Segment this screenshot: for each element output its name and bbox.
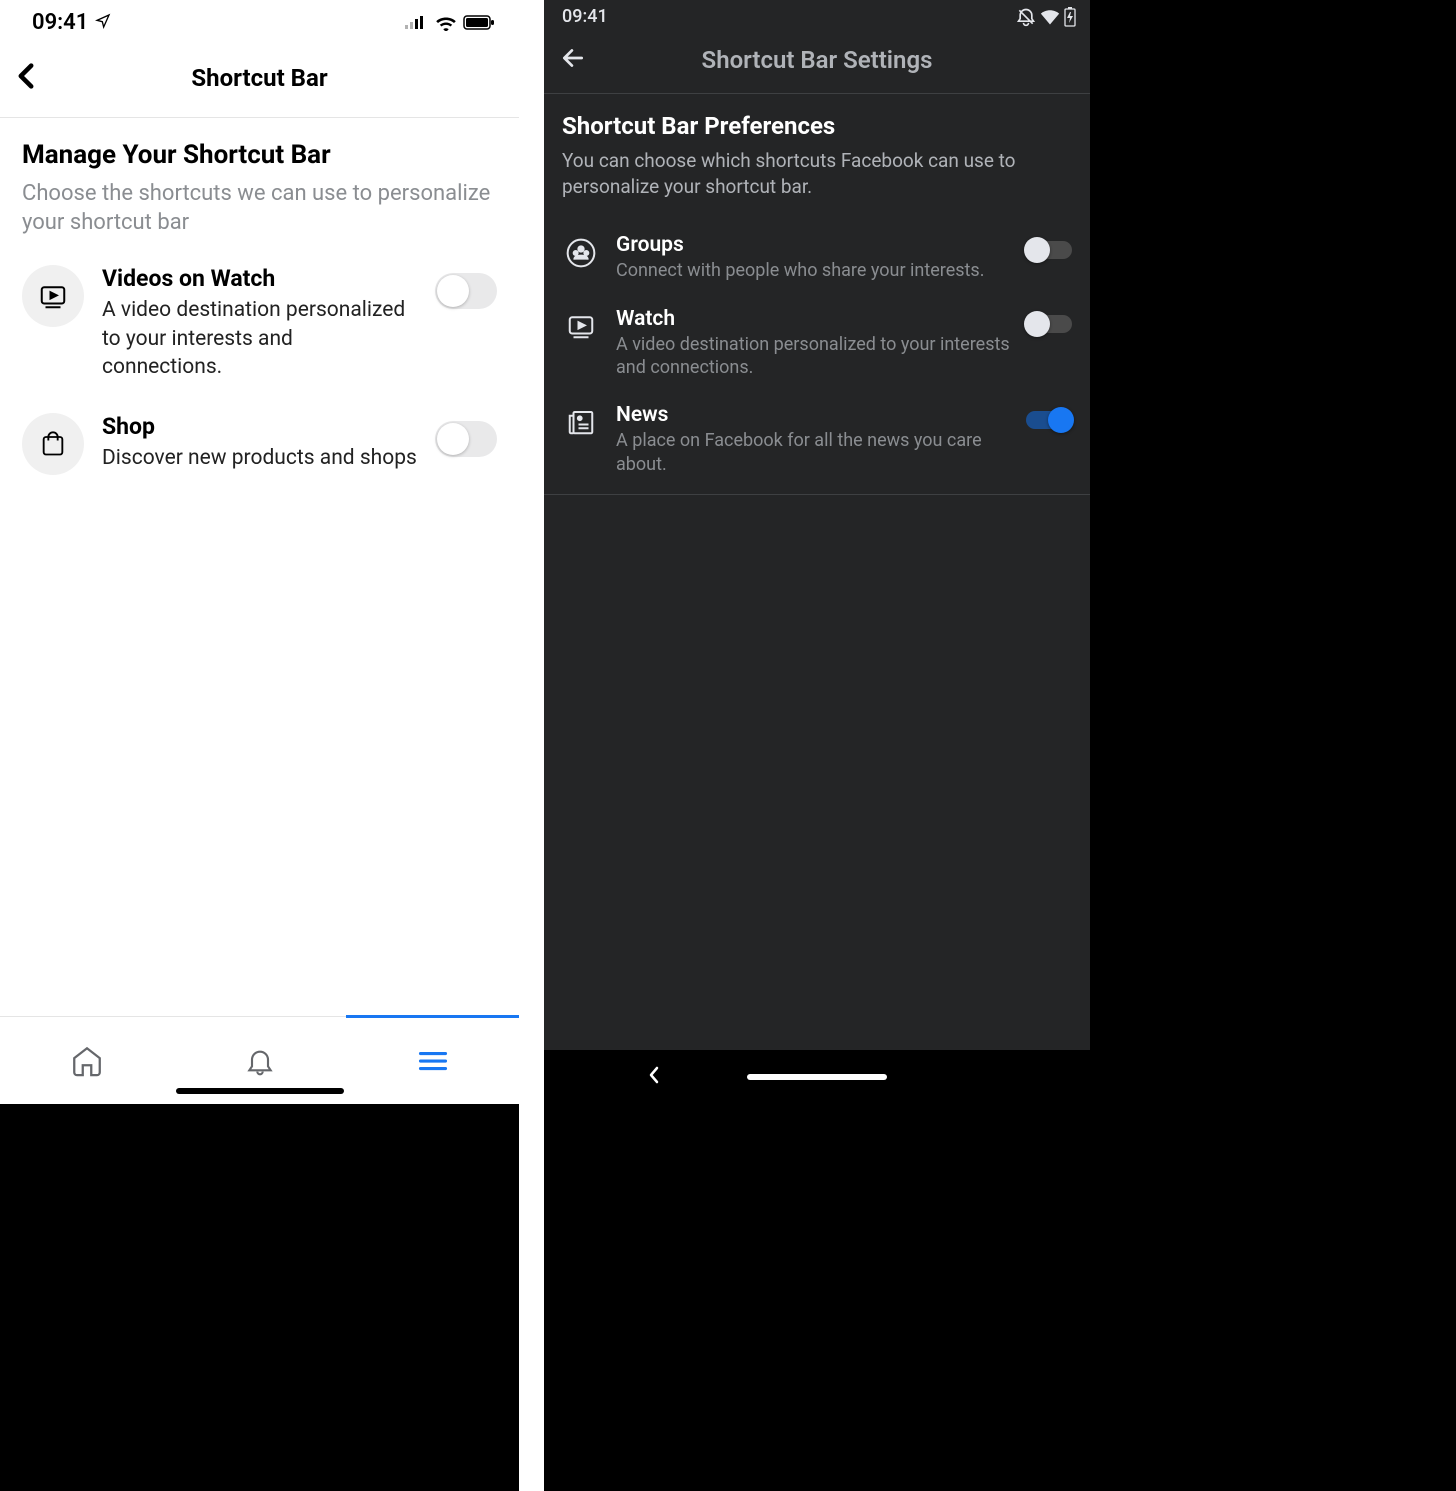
list-body: News A place on Facebook for all the new… (616, 403, 1010, 476)
groups-icon (562, 233, 600, 269)
tab-menu[interactable] (346, 1017, 519, 1104)
toggle-shop[interactable] (435, 421, 497, 457)
toggle-watch[interactable] (1026, 315, 1072, 333)
item-title: News (616, 403, 1010, 427)
status-icons (1016, 7, 1076, 27)
location-icon (95, 13, 111, 29)
nav-back[interactable] (647, 1065, 661, 1089)
item-desc: Connect with people who share your inter… (616, 259, 1010, 282)
android-status-bar: 09:41 (544, 0, 1090, 31)
ios-content: Manage Your Shortcut Bar Choose the shor… (0, 118, 519, 507)
battery-icon (1064, 7, 1076, 27)
list-body: Videos on Watch A video destination pers… (102, 265, 417, 381)
list-body: Groups Connect with people who share you… (616, 233, 1010, 282)
item-desc: Discover new products and shops (102, 444, 417, 472)
page-title: Shortcut Bar (46, 64, 473, 92)
item-title: Videos on Watch (102, 265, 417, 292)
status-time: 09:41 (32, 10, 111, 35)
android-navbar-bottom (544, 1050, 1090, 1104)
section-subheading: Choose the shortcuts we can use to perso… (22, 180, 497, 237)
status-time: 09:41 (562, 6, 608, 27)
chevron-left-icon (647, 1065, 661, 1085)
ios-navbar: Shortcut Bar (0, 41, 519, 118)
section-subheading: You can choose which shortcuts Facebook … (562, 148, 1072, 199)
list-item: Videos on Watch A video destination pers… (22, 265, 497, 381)
chevron-left-icon (18, 63, 34, 89)
news-icon (562, 403, 600, 437)
home-indicator[interactable] (176, 1088, 344, 1094)
wifi-icon (1040, 9, 1060, 25)
nav-home-pill[interactable] (747, 1074, 887, 1080)
android-navbar: Shortcut Bar Settings (544, 31, 1090, 94)
item-title: Watch (616, 307, 1010, 331)
item-desc: A place on Facebook for all the news you… (616, 429, 1010, 476)
back-button[interactable] (18, 59, 46, 97)
back-button[interactable] (560, 45, 588, 75)
section-heading: Manage Your Shortcut Bar (22, 140, 497, 170)
arrow-left-icon (560, 45, 586, 71)
time-text: 09:41 (32, 10, 88, 35)
android-content: Shortcut Bar Preferences You can choose … (544, 94, 1090, 495)
section-heading: Shortcut Bar Preferences (562, 112, 1072, 140)
tab-home[interactable] (0, 1017, 173, 1104)
watch-icon (562, 307, 600, 341)
bell-icon (244, 1045, 276, 1077)
list-item: News A place on Facebook for all the new… (562, 391, 1072, 488)
toggle-watch[interactable] (435, 273, 497, 309)
status-icons (405, 15, 495, 31)
list-item: Groups Connect with people who share you… (562, 221, 1072, 294)
item-title: Shop (102, 413, 417, 440)
toggle-news[interactable] (1026, 411, 1072, 429)
cellular-icon (405, 16, 429, 30)
ios-status-bar: 09:41 (0, 0, 519, 41)
menu-icon (418, 1049, 448, 1073)
list-item: Watch A video destination personalized t… (562, 295, 1072, 392)
toggle-groups[interactable] (1026, 241, 1072, 259)
android-phone: 09:41 Shortcut Bar Settings Shortcut Bar… (544, 0, 1090, 1104)
list-body: Watch A video destination personalized t… (616, 307, 1010, 380)
dnd-icon (1016, 7, 1036, 27)
list-body: Shop Discover new products and shops (102, 413, 417, 472)
watch-icon (22, 265, 84, 327)
list-item: Shop Discover new products and shops (22, 413, 497, 475)
item-title: Groups (616, 233, 1010, 257)
battery-icon (463, 15, 495, 31)
item-desc: A video destination personalized to your… (616, 333, 1010, 380)
divider (544, 494, 1090, 495)
page-title: Shortcut Bar Settings (588, 46, 1046, 74)
ios-phone: 09:41 Shortcut Bar Manage Your Shortcut … (0, 0, 519, 1104)
shop-icon (22, 413, 84, 475)
wifi-icon (435, 15, 457, 31)
home-icon (70, 1044, 104, 1078)
item-desc: A video destination personalized to your… (102, 296, 417, 381)
